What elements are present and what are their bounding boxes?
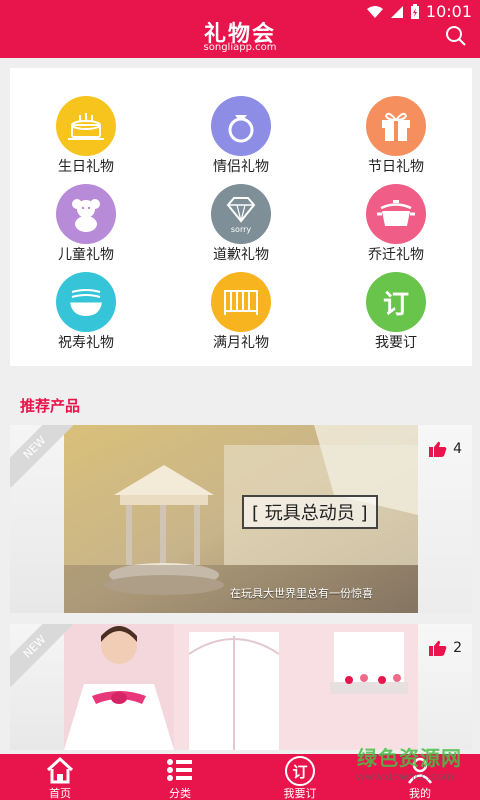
thumbs-up-icon xyxy=(429,441,447,457)
category-label: 我要订 xyxy=(375,335,417,351)
category-couple[interactable]: 情侣礼物 xyxy=(181,96,301,182)
ring-icon xyxy=(211,96,271,156)
category-festival[interactable]: 节日礼物 xyxy=(336,96,456,182)
like-count: 4 xyxy=(453,441,462,457)
category-label: 儿童礼物 xyxy=(58,247,114,263)
product-overlay-subtitle: 在玩具大世界里总有一份惊喜 xyxy=(230,587,373,600)
nav-order[interactable]: 订 我要订 xyxy=(240,754,360,800)
category-label: 情侣礼物 xyxy=(213,159,269,175)
nav-categories[interactable]: 分类 xyxy=(120,754,240,800)
nav-label: 我要订 xyxy=(283,787,317,800)
category-housewarming[interactable]: 乔迁礼物 xyxy=(336,184,456,270)
watermark: 绿色资源网 xyxy=(357,746,462,770)
pot-icon xyxy=(366,184,426,244)
app-subtitle: songliapp.com xyxy=(203,42,277,53)
list-icon xyxy=(167,759,192,781)
category-fullmonth[interactable]: 满月礼物 xyxy=(181,272,301,358)
category-label: 乔迁礼物 xyxy=(368,247,424,263)
gift-icon xyxy=(366,96,426,156)
order-icon: 订 xyxy=(366,272,426,332)
category-label: 满月礼物 xyxy=(213,335,269,351)
order-icon: 订 xyxy=(285,756,315,786)
category-order[interactable]: 订 我要订 xyxy=(336,272,456,358)
category-label: 节日礼物 xyxy=(368,159,424,175)
category-birthday[interactable]: 生日礼物 xyxy=(26,96,146,182)
product-overlay-title: [ 玩具总动员 ] xyxy=(242,495,378,529)
like-button[interactable]: 2 xyxy=(429,640,462,656)
nav-label: 分类 xyxy=(169,787,191,800)
product-card[interactable]: [ 玩具总动员 ] 在玩具大世界里总有一份惊喜 NEW 4 xyxy=(10,425,472,613)
thumbs-up-icon xyxy=(429,640,447,656)
nav-order-badge: 订 xyxy=(292,762,308,781)
nav-home[interactable]: 首页 xyxy=(0,754,120,800)
cake-icon xyxy=(56,96,116,156)
diamond-sorry-icon: sorry xyxy=(211,184,271,244)
search-icon[interactable] xyxy=(444,24,468,48)
product-image-dress xyxy=(64,624,418,750)
category-label: 生日礼物 xyxy=(58,159,114,175)
like-count: 2 xyxy=(453,640,462,656)
nav-label: 我的 xyxy=(409,787,431,800)
teddy-bear-icon xyxy=(56,184,116,244)
category-label: 祝寿礼物 xyxy=(58,335,114,351)
category-longevity[interactable]: 祝寿礼物 xyxy=(26,272,146,358)
category-apology[interactable]: sorry 道歉礼物 xyxy=(181,184,301,270)
product-card[interactable]: NEW 2 xyxy=(10,624,472,750)
nav-label: 首页 xyxy=(49,787,71,800)
bowl-icon xyxy=(56,272,116,332)
watermark-url: www.downcc.com xyxy=(355,770,454,783)
category-label: 道歉礼物 xyxy=(213,247,269,263)
crib-icon xyxy=(211,272,271,332)
app-bar: 礼物会 songliapp.com xyxy=(0,22,480,58)
order-badge-text: 订 xyxy=(382,289,409,320)
section-title: 推荐产品 xyxy=(20,397,81,415)
like-button[interactable]: 4 xyxy=(429,441,462,457)
home-icon xyxy=(46,756,74,784)
svg-text:sorry: sorry xyxy=(231,225,252,234)
category-grid: 生日礼物 情侣礼物 节日礼物 儿童礼物 sorry 道歉礼物 乔迁礼物 祝寿礼物… xyxy=(10,68,472,366)
category-children[interactable]: 儿童礼物 xyxy=(26,184,146,270)
